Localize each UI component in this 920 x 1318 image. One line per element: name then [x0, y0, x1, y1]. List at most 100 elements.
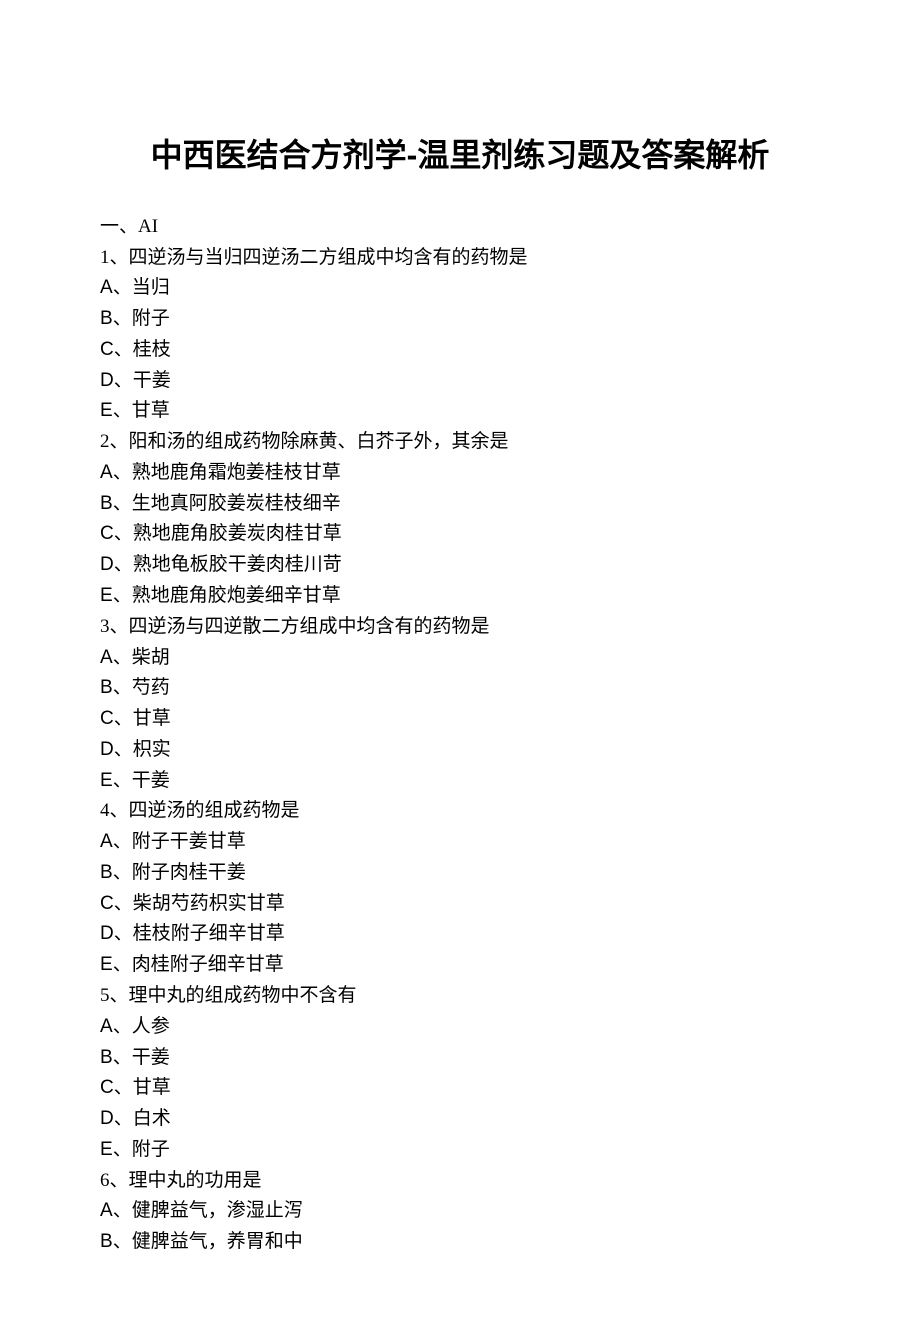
option-label: E — [100, 585, 113, 606]
option-label: C — [100, 708, 114, 729]
option-text: 干姜 — [132, 770, 170, 791]
option-text: 附子肉桂干姜 — [132, 862, 246, 883]
option-label: D — [100, 923, 114, 944]
option-separator: 、 — [114, 923, 133, 944]
question-block: 6、理中丸的功用是A、健脾益气，渗湿止泻B、健脾益气，养胃和中 — [100, 1166, 820, 1258]
option-label: B — [100, 308, 113, 329]
option-separator: 、 — [114, 523, 133, 544]
option-b: B、健脾益气，养胃和中 — [100, 1227, 820, 1258]
option-e: E、甘草 — [100, 396, 820, 427]
question-text: 3、四逆汤与四逆散二方组成中均含有的药物是 — [100, 612, 820, 643]
question-block: 3、四逆汤与四逆散二方组成中均含有的药物是A、柴胡B、芍药C、甘草D、枳实E、干… — [100, 612, 820, 797]
option-separator: 、 — [113, 277, 132, 298]
option-c: C、熟地鹿角胶姜炭肉桂甘草 — [100, 519, 820, 550]
option-text: 甘草 — [132, 400, 170, 421]
option-text: 柴胡 — [132, 647, 170, 668]
option-separator: 、 — [113, 831, 132, 852]
option-text: 熟地鹿角胶炮姜细辛甘草 — [132, 585, 341, 606]
option-separator: 、 — [114, 1108, 133, 1129]
option-c: C、柴胡芍药枳实甘草 — [100, 889, 820, 920]
question-text: 6、理中丸的功用是 — [100, 1166, 820, 1197]
option-a: A、附子干姜甘草 — [100, 827, 820, 858]
option-b: B、干姜 — [100, 1043, 820, 1074]
option-label: E — [100, 400, 113, 421]
option-separator: 、 — [113, 585, 132, 606]
option-separator: 、 — [113, 462, 132, 483]
option-e: E、肉桂附子细辛甘草 — [100, 950, 820, 981]
option-separator: 、 — [113, 1016, 132, 1037]
option-label: C — [100, 339, 114, 360]
option-label: A — [100, 462, 113, 483]
option-separator: 、 — [113, 1047, 132, 1068]
option-text: 熟地鹿角霜炮姜桂枝甘草 — [132, 462, 341, 483]
option-text: 健脾益气，养胃和中 — [132, 1231, 303, 1252]
option-label: A — [100, 1200, 113, 1221]
option-text: 人参 — [132, 1016, 170, 1037]
option-separator: 、 — [113, 954, 132, 975]
option-label: D — [100, 554, 114, 575]
option-separator: 、 — [114, 1077, 133, 1098]
option-label: D — [100, 370, 114, 391]
question-text: 1、四逆汤与当归四逆汤二方组成中均含有的药物是 — [100, 243, 820, 274]
option-a: A、熟地鹿角霜炮姜桂枝甘草 — [100, 458, 820, 489]
option-separator: 、 — [113, 308, 132, 329]
option-separator: 、 — [113, 647, 132, 668]
option-text: 柴胡芍药枳实甘草 — [133, 893, 285, 914]
option-text: 枳实 — [133, 739, 171, 760]
option-label: A — [100, 831, 113, 852]
option-text: 芍药 — [132, 677, 170, 698]
option-text: 熟地鹿角胶姜炭肉桂甘草 — [133, 523, 342, 544]
option-label: D — [100, 1108, 114, 1129]
option-label: C — [100, 523, 114, 544]
option-separator: 、 — [113, 493, 132, 514]
option-text: 健脾益气，渗湿止泻 — [132, 1200, 303, 1221]
option-separator: 、 — [113, 677, 132, 698]
option-b: B、芍药 — [100, 673, 820, 704]
option-label: A — [100, 647, 113, 668]
option-separator: 、 — [113, 1200, 132, 1221]
option-text: 附子 — [132, 308, 170, 329]
section-label: 一、AI — [100, 216, 158, 237]
option-text: 桂枝 — [133, 339, 171, 360]
option-text: 甘草 — [133, 1077, 171, 1098]
option-label: C — [100, 1077, 114, 1098]
option-text: 肉桂附子细辛甘草 — [132, 954, 284, 975]
option-label: B — [100, 862, 113, 883]
option-a: A、人参 — [100, 1012, 820, 1043]
option-separator: 、 — [113, 400, 132, 421]
option-c: C、甘草 — [100, 704, 820, 735]
option-label: A — [100, 277, 113, 298]
option-c: C、甘草 — [100, 1073, 820, 1104]
option-d: D、干姜 — [100, 366, 820, 397]
option-separator: 、 — [114, 893, 133, 914]
option-label: B — [100, 677, 113, 698]
question-block: 4、四逆汤的组成药物是A、附子干姜甘草B、附子肉桂干姜C、柴胡芍药枳实甘草D、桂… — [100, 796, 820, 981]
option-label: A — [100, 1016, 113, 1037]
option-text: 当归 — [132, 277, 170, 298]
option-a: A、健脾益气，渗湿止泻 — [100, 1196, 820, 1227]
question-text: 5、理中丸的组成药物中不含有 — [100, 981, 820, 1012]
option-label: C — [100, 893, 114, 914]
section-heading: 一、AI — [100, 212, 820, 243]
option-d: D、熟地龟板胶干姜肉桂川苛 — [100, 550, 820, 581]
question-block: 1、四逆汤与当归四逆汤二方组成中均含有的药物是A、当归B、附子C、桂枝D、干姜E… — [100, 243, 820, 428]
option-a: A、当归 — [100, 273, 820, 304]
option-text: 干姜 — [133, 370, 171, 391]
option-text: 生地真阿胶姜炭桂枝细辛 — [132, 493, 341, 514]
option-b: B、附子 — [100, 304, 820, 335]
option-text: 桂枝附子细辛甘草 — [133, 923, 285, 944]
option-label: E — [100, 954, 113, 975]
option-label: B — [100, 1047, 113, 1068]
option-separator: 、 — [114, 708, 133, 729]
option-d: D、枳实 — [100, 735, 820, 766]
option-separator: 、 — [114, 339, 133, 360]
option-separator: 、 — [113, 1231, 132, 1252]
option-label: D — [100, 739, 114, 760]
option-e: E、熟地鹿角胶炮姜细辛甘草 — [100, 581, 820, 612]
page-title: 中西医结合方剂学-温里剂练习题及答案解析 — [100, 130, 820, 182]
option-text: 白术 — [133, 1108, 171, 1129]
option-d: D、桂枝附子细辛甘草 — [100, 919, 820, 950]
option-separator: 、 — [114, 554, 133, 575]
question-block: 2、阳和汤的组成药物除麻黄、白芥子外，其余是A、熟地鹿角霜炮姜桂枝甘草B、生地真… — [100, 427, 820, 612]
option-label: B — [100, 1231, 113, 1252]
